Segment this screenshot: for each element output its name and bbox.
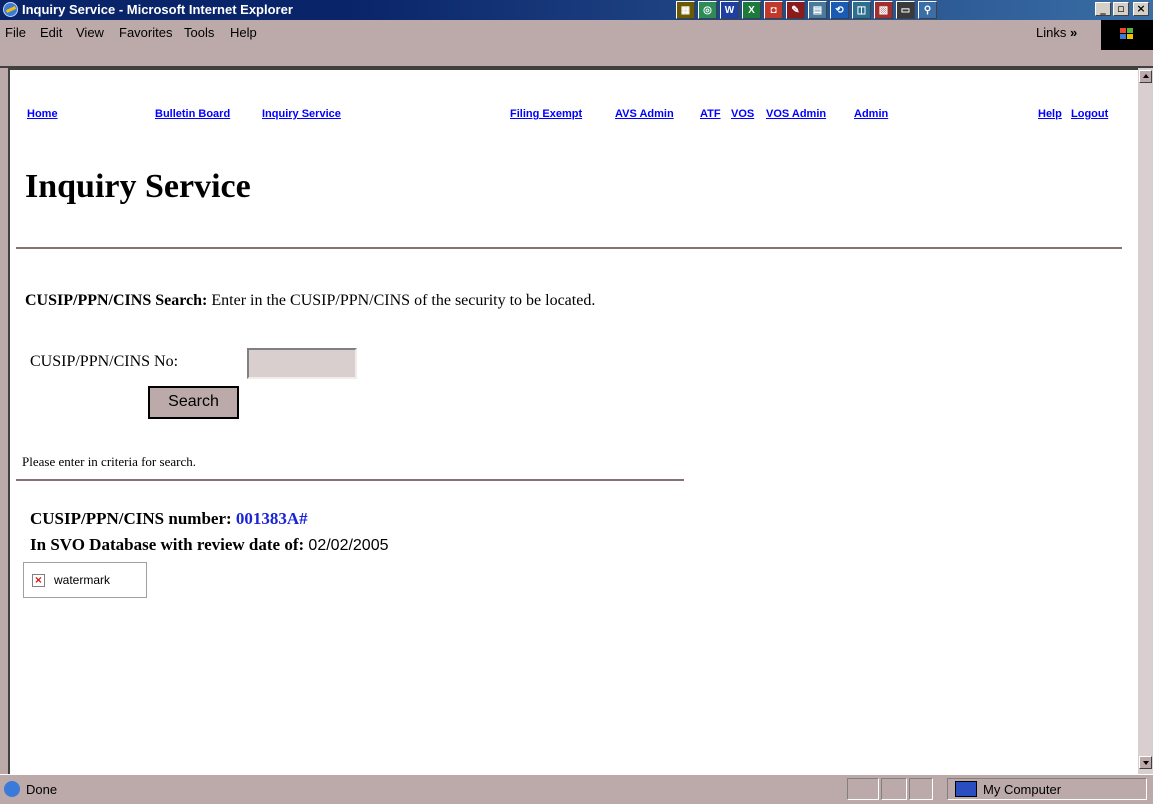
- divider: [16, 479, 684, 481]
- svo-date: 02/02/2005: [308, 537, 389, 554]
- security-zone: My Computer: [983, 782, 1062, 797]
- links-toolbar[interactable]: Links »: [1036, 25, 1077, 40]
- nav-link-vos-admin[interactable]: VOS Admin: [766, 108, 826, 120]
- computer-icon: [955, 781, 977, 797]
- app-icon[interactable]: ▤: [808, 1, 827, 19]
- nav-link-vos[interactable]: VOS: [731, 108, 754, 120]
- app-icon[interactable]: ◎: [698, 1, 717, 19]
- app-icon[interactable]: ▭: [896, 1, 915, 19]
- menu-edit[interactable]: Edit: [40, 25, 62, 40]
- nav-link-atf[interactable]: ATF: [700, 108, 721, 120]
- search-button[interactable]: Search: [148, 386, 239, 419]
- app-icon[interactable]: ▦: [676, 1, 695, 19]
- taskbar-app-icons: ▦ ◎ W X ◘ ✎ ▤ ⟲ ◫ ▧ ▭ ⚲: [676, 1, 937, 19]
- app-icon[interactable]: ✎: [786, 1, 805, 19]
- vertical-scrollbar[interactable]: [1138, 68, 1153, 774]
- scroll-up-icon[interactable]: [1139, 70, 1152, 83]
- menu-view[interactable]: View: [76, 25, 104, 40]
- app-icon[interactable]: ⚲: [918, 1, 937, 19]
- close-button[interactable]: ×: [1133, 2, 1149, 16]
- divider: [16, 247, 1122, 249]
- app-icon[interactable]: ▧: [874, 1, 893, 19]
- title-bar: Inquiry Service - Microsoft Internet Exp…: [0, 0, 1153, 20]
- menu-bar: File Edit View Favorites Tools Help Link…: [0, 20, 1153, 68]
- minimize-button[interactable]: _: [1095, 2, 1111, 16]
- search-heading: CUSIP/PPN/CINS Search:: [25, 292, 208, 309]
- window-title: Inquiry Service - Microsoft Internet Exp…: [22, 2, 293, 17]
- watermark-image: × watermark: [23, 562, 147, 598]
- menu-favorites[interactable]: Favorites: [119, 25, 172, 40]
- broken-image-icon: ×: [32, 574, 45, 587]
- nav-link-logout[interactable]: Logout: [1071, 108, 1108, 120]
- status-panel: [909, 778, 933, 800]
- result-svo: In SVO Database with review date of: 02/…: [30, 535, 389, 555]
- image-alt-text: watermark: [54, 573, 111, 587]
- excel-icon[interactable]: X: [742, 1, 761, 19]
- svo-label: In SVO Database with review date of:: [30, 535, 305, 554]
- ie-logo-icon: [3, 2, 18, 17]
- page-title: Inquiry Service: [25, 168, 251, 205]
- page-content: Home Bulletin Board Inquiry Service Fili…: [8, 68, 1138, 774]
- search-instructions: Enter in the CUSIP/PPN/CINS of the secur…: [211, 292, 596, 309]
- app-icon[interactable]: ◫: [852, 1, 871, 19]
- nav-link-home[interactable]: Home: [27, 108, 58, 120]
- status-panel: [847, 778, 879, 800]
- windows-logo-icon: [1101, 20, 1153, 50]
- nav-link-filing-exempt[interactable]: Filing Exempt: [510, 108, 582, 120]
- app-icon[interactable]: ⟲: [830, 1, 849, 19]
- links-chevron-icon: »: [1069, 25, 1078, 40]
- status-panel: [881, 778, 907, 800]
- status-text: Done: [26, 782, 58, 797]
- app-icon[interactable]: ◘: [764, 1, 783, 19]
- cusip-field-label: CUSIP/PPN/CINS No:: [30, 353, 179, 370]
- status-bar: Done My Computer: [0, 774, 1153, 804]
- nav-link-inquiry-service[interactable]: Inquiry Service: [262, 108, 341, 120]
- links-label: Links: [1036, 25, 1067, 40]
- search-description: CUSIP/PPN/CINS Search: Enter in the CUSI…: [25, 292, 595, 310]
- result-cusip: CUSIP/PPN/CINS number: 001383A#: [30, 509, 308, 529]
- nav-link-bulletin-board[interactable]: Bulletin Board: [155, 108, 230, 120]
- cusip-input[interactable]: [247, 348, 357, 379]
- menu-help[interactable]: Help: [230, 25, 257, 40]
- nav-link-help[interactable]: Help: [1038, 108, 1062, 120]
- result-cusip-value: 001383A#: [235, 509, 308, 528]
- maximize-button[interactable]: ▫: [1113, 2, 1129, 16]
- ie-page-icon: [4, 781, 20, 797]
- scroll-down-icon[interactable]: [1139, 756, 1152, 769]
- search-hint: Please enter in criteria for search.: [22, 454, 196, 469]
- nav-link-avs-admin[interactable]: AVS Admin: [615, 108, 674, 120]
- menu-tools[interactable]: Tools: [184, 25, 214, 40]
- menu-file[interactable]: File: [5, 25, 26, 40]
- nav-link-admin[interactable]: Admin: [854, 108, 888, 120]
- result-cusip-label: CUSIP/PPN/CINS number:: [30, 509, 232, 528]
- word-icon[interactable]: W: [720, 1, 739, 19]
